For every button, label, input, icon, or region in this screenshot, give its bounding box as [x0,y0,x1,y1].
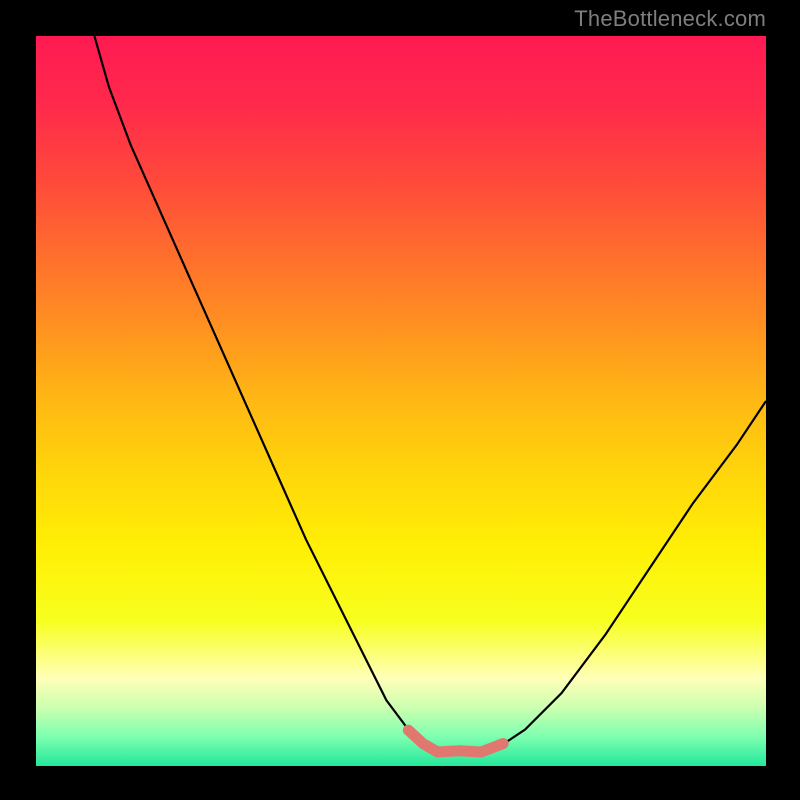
chart-frame: TheBottleneck.com [0,0,800,800]
watermark-text: TheBottleneck.com [574,6,766,32]
plot-svg [36,36,766,766]
gradient-background [36,36,766,766]
plot-area [36,36,766,766]
